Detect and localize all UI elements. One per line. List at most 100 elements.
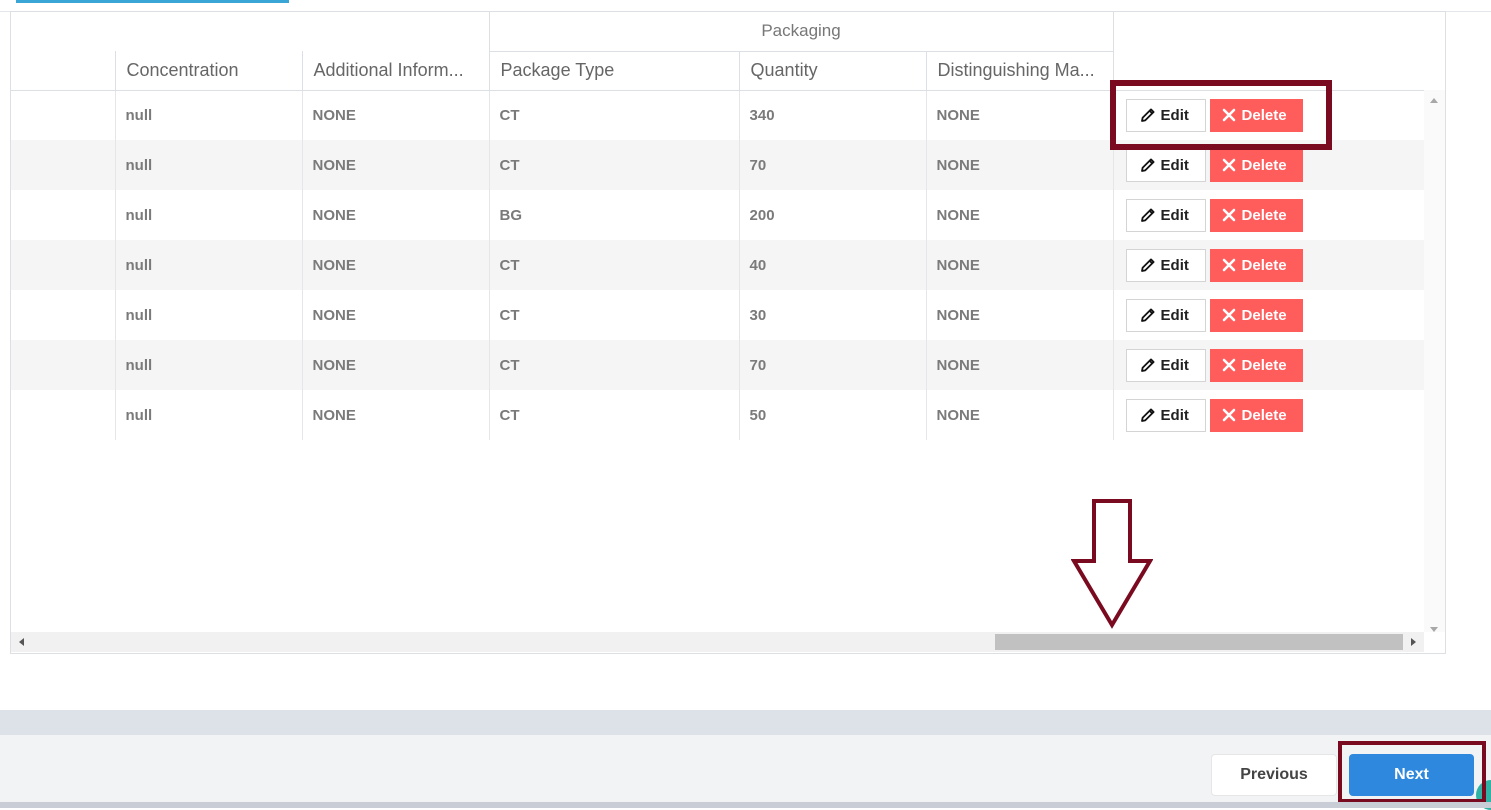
row-actions-cell: Edit Delete xyxy=(1112,140,1425,190)
delete-button[interactable]: Delete xyxy=(1209,148,1303,182)
delete-label: Delete xyxy=(1241,306,1287,324)
distinguishing-marks-cell: NONE xyxy=(925,90,1114,140)
concentration-cell: null xyxy=(114,240,302,290)
row-blank-cell xyxy=(11,390,115,440)
edit-button[interactable]: Edit xyxy=(1125,398,1206,432)
x-icon xyxy=(1222,108,1235,122)
pencil-icon xyxy=(1140,308,1155,322)
delete-button[interactable]: Delete xyxy=(1209,348,1303,382)
section-divider-band xyxy=(0,710,1491,735)
annotation-down-arrow-icon xyxy=(1071,499,1153,629)
x-icon xyxy=(1222,358,1235,372)
pencil-icon xyxy=(1140,258,1155,272)
delete-button[interactable]: Delete xyxy=(1209,98,1303,132)
x-icon xyxy=(1222,158,1235,172)
row-actions-cell: Edit Delete xyxy=(1112,340,1425,390)
group-header-packaging: Packaging xyxy=(488,12,1114,52)
table-body: null NONE CT 340 NONE Edit Delete null NONE CT 70 N… xyxy=(11,90,1425,440)
concentration-cell: null xyxy=(114,340,302,390)
edit-button[interactable]: Edit xyxy=(1125,98,1206,132)
distinguishing-marks-cell: NONE xyxy=(925,340,1114,390)
scroll-right-icon[interactable] xyxy=(1411,638,1416,646)
edit-label: Edit xyxy=(1160,306,1189,324)
edit-label: Edit xyxy=(1160,356,1189,374)
previous-button[interactable]: Previous xyxy=(1211,754,1337,796)
row-actions-cell: Edit Delete xyxy=(1112,290,1425,340)
vertical-scrollbar[interactable] xyxy=(1424,90,1445,632)
edit-button[interactable]: Edit xyxy=(1125,348,1206,382)
distinguishing-marks-cell: NONE xyxy=(925,240,1114,290)
delete-label: Delete xyxy=(1241,256,1287,274)
delete-label: Delete xyxy=(1241,356,1287,374)
row-blank-cell xyxy=(11,190,115,240)
package-type-cell: CT xyxy=(488,340,740,390)
quantity-cell: 40 xyxy=(738,240,927,290)
additional-info-cell: NONE xyxy=(301,240,490,290)
table-row[interactable]: null NONE BG 200 NONE Edit Delete xyxy=(11,190,1425,240)
quantity-cell: 30 xyxy=(738,290,927,340)
edit-label: Edit xyxy=(1160,206,1189,224)
distinguishing-marks-cell: NONE xyxy=(925,190,1114,240)
bottom-strip xyxy=(0,802,1491,808)
edit-button[interactable]: Edit xyxy=(1125,198,1206,232)
horizontal-scrollbar[interactable] xyxy=(11,632,1424,652)
table-row[interactable]: null NONE CT 340 NONE Edit Delete xyxy=(11,90,1425,140)
concentration-cell: null xyxy=(114,290,302,340)
delete-button[interactable]: Delete xyxy=(1209,398,1303,432)
x-icon xyxy=(1222,408,1235,422)
column-header-concentration[interactable]: Concentration xyxy=(114,51,302,91)
group-header-row: Packaging xyxy=(11,12,1425,52)
concentration-cell: null xyxy=(114,90,302,140)
pencil-icon xyxy=(1140,158,1155,172)
delete-label: Delete xyxy=(1241,156,1287,174)
additional-info-cell: NONE xyxy=(301,340,490,390)
edit-button[interactable]: Edit xyxy=(1125,298,1206,332)
table-row[interactable]: null NONE CT 30 NONE Edit Delete xyxy=(11,290,1425,340)
concentration-cell: null xyxy=(114,390,302,440)
distinguishing-marks-cell: NONE xyxy=(925,290,1114,340)
edit-label: Edit xyxy=(1160,106,1189,124)
column-header-distinguishing-marks[interactable]: Distinguishing Ma... xyxy=(925,51,1114,91)
row-blank-cell xyxy=(11,340,115,390)
scroll-left-icon[interactable] xyxy=(19,638,24,646)
delete-label: Delete xyxy=(1241,406,1287,424)
column-header-additional-info[interactable]: Additional Inform... xyxy=(301,51,490,91)
row-actions-cell: Edit Delete xyxy=(1112,190,1425,240)
package-type-cell: CT xyxy=(488,140,740,190)
additional-info-cell: NONE xyxy=(301,90,490,140)
delete-button[interactable]: Delete xyxy=(1209,298,1303,332)
package-type-cell: CT xyxy=(488,390,740,440)
row-actions-cell: Edit Delete xyxy=(1112,90,1425,140)
concentration-cell: null xyxy=(114,140,302,190)
next-button[interactable]: Next xyxy=(1349,754,1474,796)
scroll-up-icon[interactable] xyxy=(1430,98,1438,103)
package-type-cell: CT xyxy=(488,90,740,140)
edit-button[interactable]: Edit xyxy=(1125,148,1206,182)
active-tab-indicator xyxy=(16,0,289,3)
packaging-grid: Packaging Concentration Additional Infor… xyxy=(10,11,1446,654)
table-row[interactable]: null NONE CT 70 NONE Edit Delete xyxy=(11,340,1425,390)
delete-label: Delete xyxy=(1241,206,1287,224)
delete-button[interactable]: Delete xyxy=(1209,198,1303,232)
pencil-icon xyxy=(1140,358,1155,372)
data-table: Packaging Concentration Additional Infor… xyxy=(11,12,1425,440)
pencil-icon xyxy=(1140,408,1155,422)
column-header-quantity[interactable]: Quantity xyxy=(738,51,927,91)
package-type-cell: CT xyxy=(488,240,740,290)
column-header-package-type[interactable]: Package Type xyxy=(488,51,740,91)
edit-button[interactable]: Edit xyxy=(1125,248,1206,282)
row-blank-cell xyxy=(11,290,115,340)
edit-label: Edit xyxy=(1160,156,1189,174)
quantity-cell: 340 xyxy=(738,90,927,140)
x-icon xyxy=(1222,308,1235,322)
scroll-down-icon[interactable] xyxy=(1430,627,1438,632)
delete-button[interactable]: Delete xyxy=(1209,248,1303,282)
table-row[interactable]: null NONE CT 40 NONE Edit Delete xyxy=(11,240,1425,290)
group-header-actions xyxy=(1112,12,1425,51)
edit-label: Edit xyxy=(1160,406,1189,424)
horizontal-scroll-thumb[interactable] xyxy=(995,634,1403,650)
table-row[interactable]: null NONE CT 50 NONE Edit Delete xyxy=(11,390,1425,440)
table-row[interactable]: null NONE CT 70 NONE Edit Delete xyxy=(11,140,1425,190)
package-type-cell: BG xyxy=(488,190,740,240)
row-actions-cell: Edit Delete xyxy=(1112,390,1425,440)
